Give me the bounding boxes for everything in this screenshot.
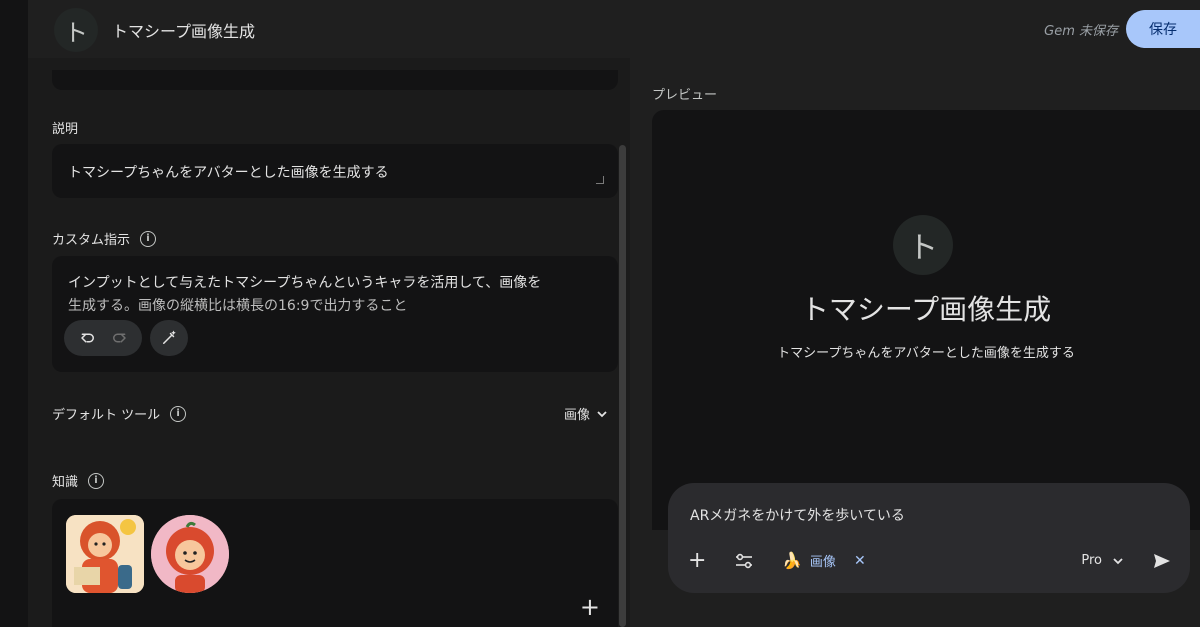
undo-icon[interactable]	[79, 329, 97, 347]
add-file-icon[interactable]: +	[580, 593, 600, 621]
close-icon[interactable]: ✕	[854, 553, 866, 569]
gem-avatar: ト	[54, 8, 98, 52]
chat-input-box[interactable]: ARメガネをかけて外を歩いている + 🍌 画像 ✕ Pro	[668, 483, 1190, 593]
banana-icon: 🍌	[782, 551, 802, 570]
left-rail	[0, 0, 28, 627]
knowledge-label-text: 知識	[52, 475, 79, 490]
name-field[interactable]	[52, 70, 618, 90]
preview-label: プレビュー	[652, 88, 718, 103]
description-value: トマシープちゃんをアバターとした画像を生成する	[68, 165, 389, 181]
info-icon[interactable]: i	[140, 230, 157, 247]
gem-title: トマシープ画像生成	[112, 22, 256, 41]
default-tool-row: デフォルト ツール i 画像	[52, 404, 608, 424]
unsaved-status: Gem 未保存	[1044, 24, 1118, 39]
send-icon	[1154, 554, 1170, 568]
model-label: Pro	[1081, 553, 1102, 568]
character-image	[66, 515, 144, 593]
custom-instructions-line: インプットとして与えたトマシープちゃんというキャラを活用して、画像を	[68, 275, 542, 291]
knowledge-file-thumbnail[interactable]	[66, 515, 144, 593]
description-label-text: 説明	[52, 122, 79, 137]
undo-redo-group	[64, 320, 142, 356]
chevron-down-icon	[1113, 557, 1123, 564]
magic-pen-icon	[163, 330, 176, 344]
scrollbar[interactable]	[619, 145, 626, 627]
chevron-down-icon	[597, 410, 607, 417]
tools-settings-icon[interactable]	[734, 551, 754, 571]
gem-editor-panel: 説明 トマシープちゃんをアバターとした画像を生成する カスタム指示 i インプッ…	[28, 58, 630, 627]
custom-instructions-label: カスタム指示 i	[52, 229, 157, 248]
knowledge-label: 知識 i	[52, 471, 105, 490]
custom-instructions-label-text: カスタム指示	[52, 233, 131, 248]
chat-toolbar: + 🍌 画像 ✕ Pro	[688, 549, 1174, 573]
default-tool-value: 画像	[563, 408, 590, 423]
knowledge-file-thumbnail[interactable]	[151, 515, 229, 593]
chat-input-text[interactable]: ARメガネをかけて外を歩いている	[690, 505, 905, 525]
custom-instructions-field[interactable]: インプットとして与えたトマシープちゃんというキャラを活用して、画像を 生成する。…	[52, 256, 618, 372]
info-icon[interactable]: i	[170, 405, 187, 422]
preview-panel: ト トマシープ画像生成 トマシープちゃんをアバターとした画像を生成する	[652, 110, 1200, 530]
custom-instructions-line: 生成する。画像の縦横比は横長の16:9で出力すること	[68, 298, 408, 314]
info-icon[interactable]: i	[88, 472, 105, 489]
header: ト トマシープ画像生成 Gem 未保存 保存	[28, 0, 1200, 58]
preview-title: トマシープ画像生成	[800, 293, 1052, 326]
add-icon[interactable]: +	[688, 549, 706, 573]
resize-handle[interactable]	[596, 176, 604, 184]
magic-edit-button[interactable]	[150, 320, 188, 356]
default-tool-dropdown[interactable]: 画像	[564, 404, 608, 423]
model-selector[interactable]: Pro	[1081, 553, 1124, 568]
send-button[interactable]	[1150, 549, 1174, 573]
preview-avatar: ト	[893, 215, 953, 275]
description-field[interactable]: トマシープちゃんをアバターとした画像を生成する	[52, 144, 618, 198]
knowledge-area: +	[52, 499, 618, 627]
preview-description: トマシープちゃんをアバターとした画像を生成する	[777, 346, 1075, 361]
save-button[interactable]: 保存	[1126, 10, 1200, 48]
character-image	[151, 515, 229, 593]
image-tool-chip-label: 画像	[809, 555, 836, 570]
default-tool-label-text: デフォルト ツール	[52, 408, 161, 423]
description-label: 説明	[52, 118, 78, 137]
default-tool-label: デフォルト ツール i	[52, 404, 187, 423]
redo-icon[interactable]	[110, 329, 128, 347]
custom-instructions-value: インプットとして与えたトマシープちゃんというキャラを活用して、画像を 生成する。…	[68, 272, 602, 318]
image-tool-chip[interactable]: 🍌 画像 ✕	[782, 551, 866, 570]
